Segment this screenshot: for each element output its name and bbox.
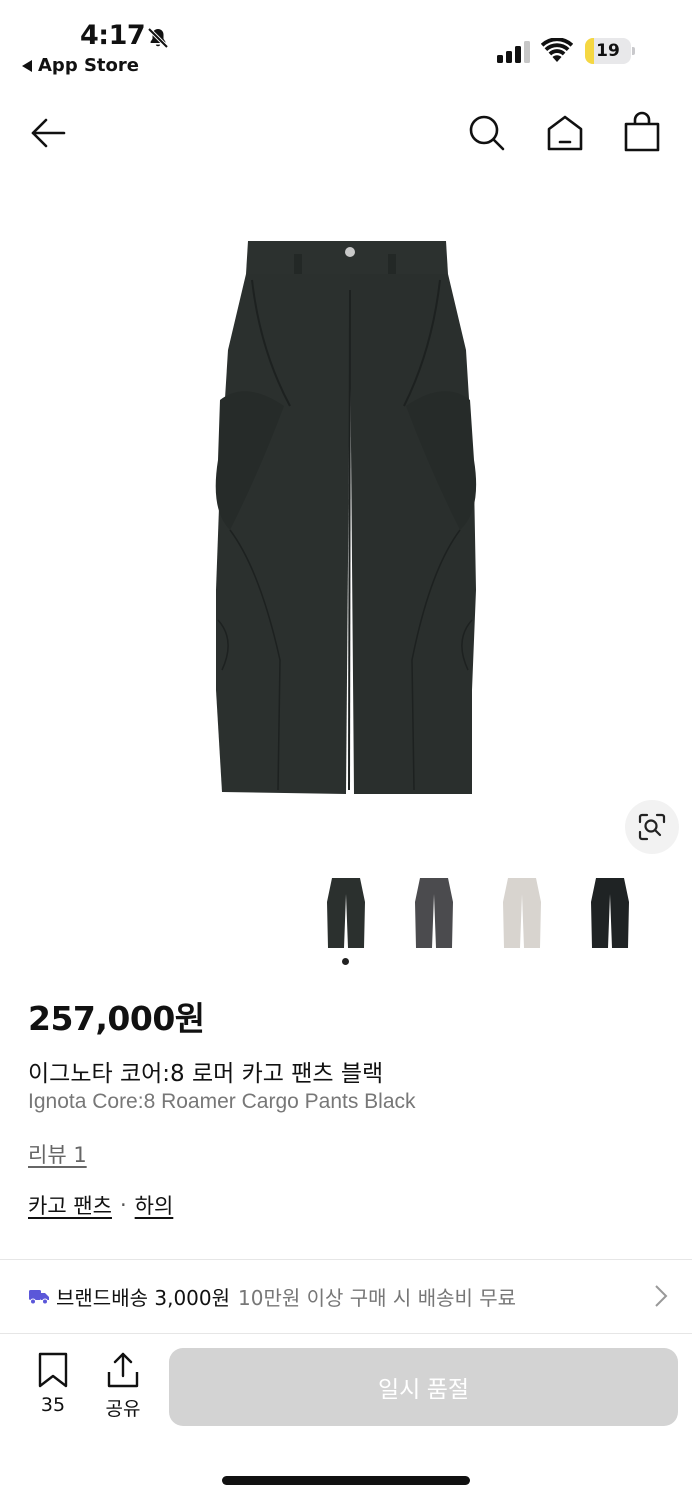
battery-indicator: 19 [585, 38, 635, 64]
color-variant-thumbnails [318, 872, 648, 954]
back-app-label: App Store [38, 55, 139, 76]
battery-level: 19 [596, 41, 620, 61]
home-indicator [222, 1476, 470, 1485]
wifi-icon [541, 38, 573, 62]
shipping-info-row[interactable]: 브랜드배송 3,000원 10만원 이상 구매 시 배송비 무료 [28, 1280, 668, 1312]
share-button[interactable]: 공유 [102, 1352, 144, 1422]
color-variant-thumbnail[interactable] [406, 872, 462, 954]
arrow-left-icon[interactable] [28, 112, 70, 154]
share-icon [107, 1352, 139, 1388]
category-link-bottoms[interactable]: 하의 [135, 1190, 174, 1220]
share-label: 공유 [105, 1398, 141, 1420]
buy-button-sold-out[interactable]: 일시 품절 [169, 1348, 678, 1426]
product-name-korean: 이그노타 코어:8 로머 카고 팬츠 블랙 [28, 1061, 384, 1087]
product-image[interactable] [190, 230, 500, 810]
divider [0, 1259, 692, 1260]
truck-icon [29, 1290, 49, 1305]
chevron-right-icon [655, 1285, 668, 1307]
category-link-cargo-pants[interactable]: 카고 팬츠 [28, 1190, 112, 1220]
home-icon[interactable] [544, 112, 586, 154]
shopping-bag-icon[interactable] [621, 110, 663, 154]
color-variant-thumbnail[interactable] [582, 872, 638, 954]
lens-scan-icon [638, 813, 666, 841]
product-price: 257,000원 [28, 999, 205, 1038]
divider [0, 1333, 692, 1334]
visual-search-button[interactable] [625, 800, 679, 854]
bookmark-count: 35 [40, 1394, 66, 1416]
back-triangle-icon [22, 59, 32, 72]
search-icon[interactable] [466, 112, 508, 154]
cellular-signal-icon [497, 41, 530, 63]
status-bar: 4:17 App Store 19 [0, 0, 692, 90]
status-time: 4:17 [80, 20, 146, 51]
color-variant-thumbnail[interactable] [318, 872, 374, 954]
bell-slash-icon [147, 27, 169, 49]
color-variant-thumbnail[interactable] [494, 872, 550, 954]
back-to-app-store[interactable]: App Store [22, 55, 139, 76]
image-page-indicator [342, 958, 349, 965]
bookmark-button[interactable]: 35 [34, 1352, 72, 1422]
product-name-english: Ignota Core:8 Roamer Cargo Pants Black [28, 1090, 416, 1113]
category-breadcrumb: 카고 팬츠 · 하의 [28, 1190, 173, 1220]
review-link[interactable]: 리뷰 1 [28, 1139, 87, 1169]
shipping-title: 브랜드배송 3,000원 [56, 1285, 231, 1310]
shipping-subtitle: 10만원 이상 구매 시 배송비 무료 [238, 1285, 517, 1310]
bookmark-icon [38, 1352, 68, 1388]
category-separator: · [119, 1193, 127, 1217]
